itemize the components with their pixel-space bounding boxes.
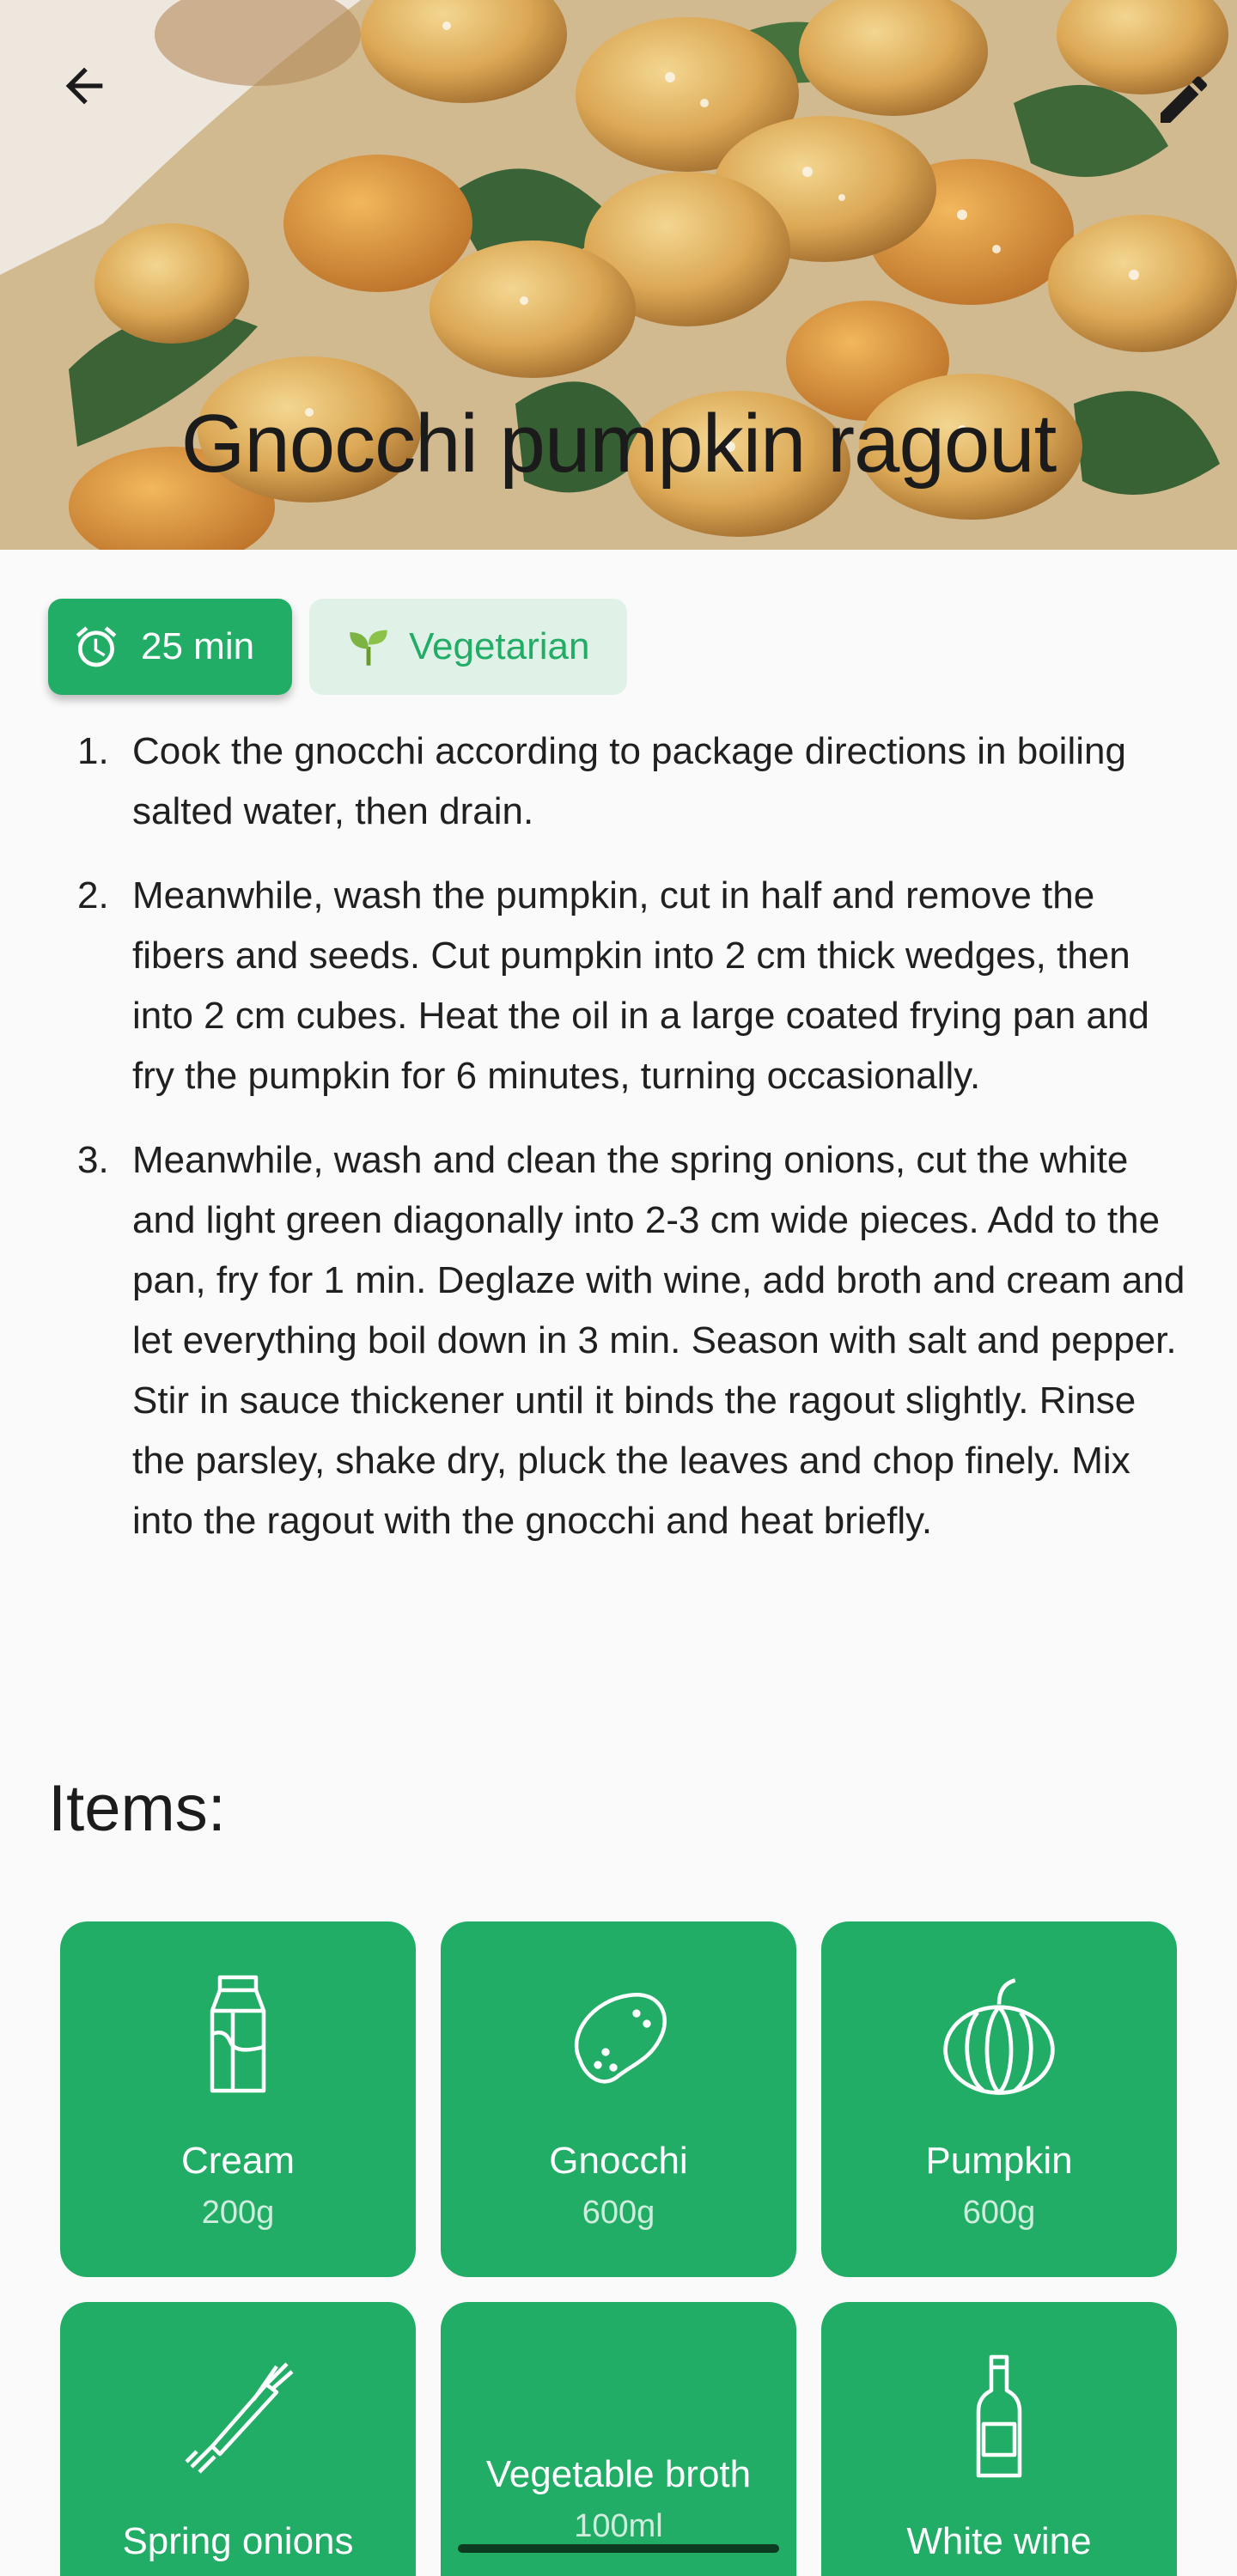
step-number: 3. <box>77 1139 109 1181</box>
ingredient-name: Cream <box>180 2140 296 2182</box>
card-underline <box>458 2544 779 2553</box>
recipe-title: Gnocchi pumpkin ragout <box>180 398 1057 490</box>
step-number: 2. <box>77 874 109 917</box>
arrow-back-icon <box>65 67 103 105</box>
recipe-tags: 25 min Vegetarian <box>48 599 628 695</box>
instruction-step: 2. Meanwhile, wash the pumpkin, cut in h… <box>77 866 1194 1106</box>
sprout-icon <box>350 630 387 666</box>
instruction-step: 3. Meanwhile, wash and clean the spring … <box>77 1130 1194 1551</box>
ingredient-name: Gnocchi <box>549 2140 688 2182</box>
ingredient-name: Vegetable broth <box>485 2453 752 2495</box>
ingredient-card-spring-onions[interactable]: Spring onions <box>60 2302 416 2576</box>
step-text: Meanwhile, wash and clean the spring oni… <box>132 1139 1185 1542</box>
alarm-clock-icon <box>76 626 117 667</box>
ingredient-amount: 600g <box>582 2195 655 2231</box>
wine-bottle-icon <box>976 2354 1022 2478</box>
ingredient-amount: 600g <box>962 2195 1036 2231</box>
ingredient-card-vegetable-broth[interactable]: Vegetable broth 100ml <box>441 2302 796 2576</box>
potato-icon <box>574 1992 667 2084</box>
ingredient-name: Spring onions <box>122 2520 354 2562</box>
edit-button[interactable] <box>1153 69 1215 131</box>
milk-carton-icon <box>210 1975 266 2093</box>
step-text: Meanwhile, wash the pumpkin, cut in half… <box>132 874 1149 1097</box>
step-number: 1. <box>77 730 109 772</box>
ingredient-amount: 200g <box>201 2195 275 2231</box>
category-label: Vegetarian <box>409 625 590 667</box>
category-chip[interactable]: Vegetarian <box>309 599 628 695</box>
pumpkin-icon <box>943 1978 1055 2095</box>
cooking-time-label: 25 min <box>141 625 255 667</box>
pencil-icon <box>1161 76 1208 123</box>
ingredient-card-cream[interactable]: Cream 200g <box>60 1921 416 2277</box>
ingredient-card-pumpkin[interactable]: Pumpkin 600g <box>821 1921 1177 2277</box>
step-text: Cook the gnocchi according to package di… <box>132 730 1126 832</box>
spring-onion-icon <box>185 2362 294 2474</box>
cooking-time-chip[interactable]: 25 min <box>48 599 293 695</box>
ingredient-card-gnocchi[interactable]: Gnocchi 600g <box>441 1921 796 2277</box>
recipe-header-image: Gnocchi pumpkin ragout <box>0 0 1237 550</box>
ingredient-name: White wine <box>906 2520 1092 2562</box>
ingredient-name: Pumpkin <box>925 2140 1073 2182</box>
items-heading: Items: <box>48 1772 226 1845</box>
ingredient-card-white-wine[interactable]: White wine <box>821 2302 1177 2576</box>
instruction-list: 1. Cook the gnocchi according to package… <box>77 722 1194 1575</box>
back-button[interactable] <box>53 55 115 117</box>
ingredient-amount: 100ml <box>574 2508 663 2544</box>
instruction-step: 1. Cook the gnocchi according to package… <box>77 722 1194 842</box>
